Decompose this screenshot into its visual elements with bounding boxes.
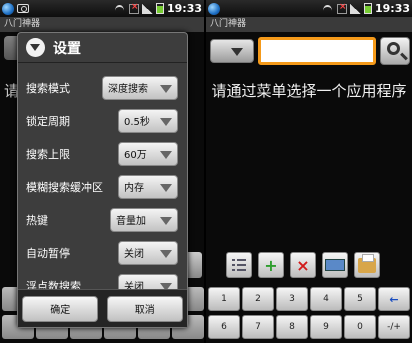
fuzzy-buffer-select[interactable]: 内存: [118, 174, 178, 199]
setting-search-limit: 搜索上限 60万: [18, 137, 187, 170]
settings-header: 设置: [18, 33, 187, 63]
select-value: 关闭: [124, 249, 144, 260]
key-2[interactable]: 2: [242, 287, 274, 311]
setting-fuzzy-buffer: 模糊搜索缓冲区 内存: [18, 170, 187, 203]
setting-label: 自动暂停: [26, 246, 70, 260]
search-limit-select[interactable]: 60万: [118, 141, 178, 166]
hotkey-select[interactable]: 音量加: [110, 207, 178, 232]
globe-icon: [208, 2, 220, 15]
search-button[interactable]: [380, 37, 410, 65]
select-value: 内存: [124, 183, 144, 194]
settings-dialog: 设置 搜索模式 深度搜索 锁定周期 0.5秒 搜索上限 60万 模糊搜索缓冲区 …: [17, 32, 188, 328]
select-app-hint: 请通过菜单选择一个应用程序: [211, 82, 407, 100]
key-5[interactable]: 5: [344, 287, 376, 311]
key-8[interactable]: 8: [276, 315, 308, 339]
backspace-key[interactable]: ←: [378, 287, 410, 311]
globe-icon: [2, 2, 14, 15]
key-1[interactable]: 1: [208, 287, 240, 311]
key-4[interactable]: 4: [310, 287, 342, 311]
chevron-down-icon: [160, 183, 172, 192]
sign-toggle-key[interactable]: -/+: [378, 315, 410, 339]
select-value: 深度搜索: [108, 84, 148, 95]
setting-auto-pause: 自动暂停 关闭: [18, 236, 187, 269]
folder-button[interactable]: [354, 252, 380, 278]
keyboard-icon: [325, 259, 345, 271]
setting-hotkey: 热键 音量加: [18, 203, 187, 236]
search-mode-select[interactable]: 深度搜索: [102, 75, 178, 100]
add-button[interactable]: +: [258, 252, 284, 278]
close-icon: ×: [296, 255, 310, 275]
key-3[interactable]: 3: [276, 287, 308, 311]
select-value: 0.5秒: [124, 117, 150, 128]
chevron-down-icon: [160, 150, 172, 159]
list-button[interactable]: [226, 252, 252, 278]
search-input[interactable]: [258, 37, 376, 65]
folder-icon: [358, 253, 376, 273]
plus-icon: +: [264, 255, 278, 275]
search-type-spinner[interactable]: [210, 39, 254, 63]
setting-label: 搜索模式: [26, 81, 70, 95]
chevron-down-icon: [160, 249, 172, 258]
auto-pause-select[interactable]: 关闭: [118, 240, 178, 265]
key-0[interactable]: 0: [344, 315, 376, 339]
toolbar: + ×: [226, 252, 380, 278]
status-bar: 19:33: [206, 0, 412, 17]
signal-icon: [141, 3, 153, 14]
settings-footer: 确定 取消: [18, 289, 187, 327]
key-6[interactable]: 6: [208, 315, 240, 339]
select-value: 音量加: [116, 216, 146, 227]
wifi-icon: [114, 4, 126, 14]
wifi-icon: [322, 4, 334, 14]
app-title: 八门神器: [0, 17, 204, 32]
setting-lock-period: 锁定周期 0.5秒: [18, 104, 187, 137]
search-row: [206, 36, 412, 66]
settings-title: 设置: [53, 40, 81, 57]
battery-icon: [155, 3, 164, 14]
setting-label: 热键: [26, 213, 48, 227]
camera-icon: [17, 4, 29, 13]
setting-label: 搜索上限: [26, 147, 70, 161]
app-title: 八门神器: [206, 17, 412, 32]
no-sim-icon: [336, 2, 347, 14]
settings-rows: 搜索模式 深度搜索 锁定周期 0.5秒 搜索上限 60万 模糊搜索缓冲区 内存 …: [18, 71, 187, 302]
lock-period-select[interactable]: 0.5秒: [118, 108, 178, 133]
no-sim-icon: [128, 2, 139, 14]
search-icon: [387, 42, 400, 55]
chevron-down-icon: [160, 84, 172, 93]
setting-label: 锁定周期: [26, 114, 70, 128]
right-screen: 19:33 八门神器 请通过菜单选择一个应用程序 + × 1 2 3: [206, 0, 412, 343]
status-bar: 19:33: [0, 0, 204, 17]
signal-icon: [349, 3, 361, 14]
keyboard-button[interactable]: [322, 252, 348, 278]
setting-label: 模糊搜索缓冲区: [26, 180, 103, 194]
select-value: 60万: [124, 150, 147, 161]
chevron-down-icon: [231, 48, 243, 56]
cancel-button[interactable]: 取消: [106, 295, 183, 322]
list-icon: [232, 259, 246, 271]
left-screen: 19:33 八门神器 请 设置 搜索模式 深度搜索 锁定周期 0.5秒: [0, 0, 204, 343]
chevron-down-icon: [160, 216, 172, 225]
dropdown-circle-icon: [26, 38, 45, 57]
chevron-down-icon: [160, 117, 172, 126]
key-9[interactable]: 9: [310, 315, 342, 339]
battery-icon: [363, 3, 372, 14]
key-7[interactable]: 7: [242, 315, 274, 339]
ok-button[interactable]: 确定: [22, 295, 99, 322]
status-time: 19:33: [166, 2, 202, 15]
status-time: 19:33: [374, 2, 410, 15]
setting-search-mode: 搜索模式 深度搜索: [18, 71, 187, 104]
clear-button[interactable]: ×: [290, 252, 316, 278]
keypad: 1 2 3 4 5 ← 6 7 8 9 0 -/+: [208, 287, 410, 339]
